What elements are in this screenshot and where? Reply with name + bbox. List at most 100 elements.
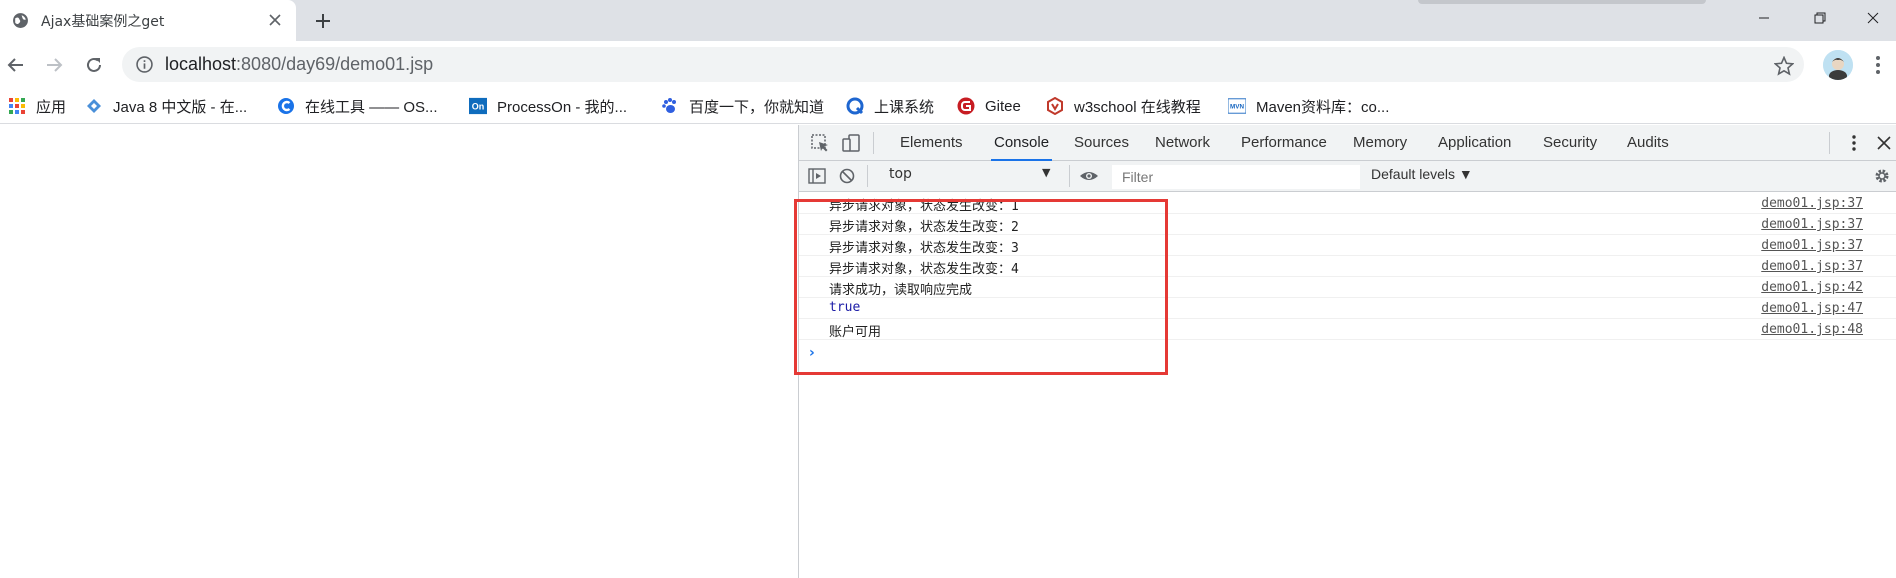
svg-text:On: On xyxy=(472,102,485,112)
minimize-icon[interactable] xyxy=(1741,0,1787,36)
apps-grid-icon xyxy=(8,97,26,115)
tab-title: Ajax基础案例之get xyxy=(41,14,165,30)
bookmark-processon[interactable]: On ProcessOn - 我的... xyxy=(469,94,627,118)
source-link[interactable]: demo01.jsp:37 xyxy=(1761,196,1863,211)
console-message: 异步请求对象，状态发生改变：4 demo01.jsp:37 xyxy=(799,256,1896,277)
tab-elements[interactable]: Elements xyxy=(900,125,963,161)
source-link[interactable]: demo01.jsp:37 xyxy=(1761,259,1863,274)
source-link[interactable]: demo01.jsp:48 xyxy=(1761,322,1863,337)
console-message: true demo01.jsp:47 xyxy=(799,298,1896,319)
bookmark-label: 上课系统 xyxy=(874,98,935,116)
bookmark-label: 应用 xyxy=(36,98,67,116)
browser-menu-icon[interactable] xyxy=(1872,54,1884,76)
console-message-text: 异步请求对象，状态发生改变：3 xyxy=(829,241,1019,256)
bookmark-w3school[interactable]: w3school 在线教程 xyxy=(1046,94,1201,118)
avatar[interactable] xyxy=(1823,50,1853,80)
info-icon[interactable] xyxy=(136,56,153,73)
url-port: :8080 xyxy=(236,54,282,74)
devtools-separator xyxy=(1829,132,1830,154)
filter-input[interactable] xyxy=(1112,165,1360,189)
bookmark-label: 在线工具 —— OS... xyxy=(305,98,438,116)
svg-text:MVN: MVN xyxy=(1230,104,1244,111)
c-logo-icon xyxy=(277,97,295,115)
w3school-icon xyxy=(1046,97,1064,115)
browser-tab-active[interactable]: Ajax基础案例之get xyxy=(0,0,296,41)
bookmark-baidu[interactable]: 百度一下，你就知道 xyxy=(661,94,824,118)
devtools-separator xyxy=(867,165,868,187)
java-icon xyxy=(85,97,103,115)
devtools-separator xyxy=(1069,165,1070,187)
bookmark-label: ProcessOn - 我的... xyxy=(497,98,628,116)
globe-icon xyxy=(13,13,28,28)
tab-memory[interactable]: Memory xyxy=(1353,125,1407,161)
bookmarks-bar: 应用 Java 8 中文版 - 在... 在线工具 —— OS... On Pr… xyxy=(0,88,1896,124)
address-bar[interactable]: localhost:8080/day69/demo01.jsp xyxy=(122,47,1804,82)
clear-console-icon[interactable] xyxy=(837,166,857,186)
console-prompt[interactable]: › xyxy=(809,345,815,361)
page-viewport xyxy=(0,125,798,578)
console-message: 异步请求对象，状态发生改变：2 demo01.jsp:37 xyxy=(799,214,1896,235)
bookmark-label: Java 8 中文版 - 在... xyxy=(113,98,248,116)
tab-sources[interactable]: Sources xyxy=(1074,125,1129,161)
restore-icon[interactable] xyxy=(1797,0,1843,36)
tab-strip: Ajax基础案例之get xyxy=(0,0,1896,41)
chevron-down-icon: ▼ xyxy=(1042,166,1051,179)
tab-network[interactable]: Network xyxy=(1155,125,1210,161)
url-text[interactable]: localhost:8080/day69/demo01.jsp xyxy=(165,54,433,75)
bookmark-java8[interactable]: Java 8 中文版 - 在... xyxy=(85,94,247,118)
baidu-paw-icon xyxy=(661,97,679,115)
tab-performance[interactable]: Performance xyxy=(1241,125,1327,161)
bookmark-online-tools[interactable]: 在线工具 —— OS... xyxy=(277,94,438,118)
source-link[interactable]: demo01.jsp:47 xyxy=(1761,301,1863,316)
gitee-icon xyxy=(957,97,975,115)
source-link[interactable]: demo01.jsp:37 xyxy=(1761,238,1863,253)
bookmark-maven[interactable]: MVN Maven资料库：co... xyxy=(1228,94,1389,118)
url-host: localhost xyxy=(165,54,237,74)
mvn-icon: MVN xyxy=(1228,97,1246,115)
filter-box xyxy=(1112,165,1360,189)
tab-application[interactable]: Application xyxy=(1438,125,1511,161)
tab-close-icon[interactable] xyxy=(266,11,284,29)
new-tab-plus-icon[interactable] xyxy=(311,9,335,33)
inspect-element-icon[interactable] xyxy=(810,133,830,153)
console-message: 异步请求对象，状态发生改变：1 demo01.jsp:37 xyxy=(799,193,1896,214)
console-message-text: 异步请求对象，状态发生改变：4 xyxy=(829,262,1019,277)
tab-audits[interactable]: Audits xyxy=(1627,125,1669,161)
console-settings-gear-icon[interactable] xyxy=(1872,166,1892,186)
q-logo-icon xyxy=(846,97,864,115)
sidebar-toggle-icon[interactable] xyxy=(807,166,827,186)
tab-drag-shadow xyxy=(1418,0,1706,4)
reload-icon[interactable] xyxy=(80,51,108,79)
console-message-text: 异步请求对象，状态发生改变：2 xyxy=(829,220,1019,235)
log-levels-dropdown[interactable]: Default levels ▼ xyxy=(1371,166,1473,182)
console-message-text: 账户可用 xyxy=(829,325,882,340)
bookmark-label: 百度一下，你就知道 xyxy=(689,98,825,116)
console-message: 账户可用 demo01.jsp:48 xyxy=(799,319,1896,340)
bookmark-star-icon[interactable] xyxy=(1774,56,1794,76)
console-message: 请求成功，读取响应完成 demo01.jsp:42 xyxy=(799,277,1896,298)
devtools-separator xyxy=(873,132,874,154)
bookmark-label: w3school 在线教程 xyxy=(1074,98,1201,116)
source-link[interactable]: demo01.jsp:37 xyxy=(1761,217,1863,232)
devtools-tabbar: Elements Console Sources Network Perform… xyxy=(799,125,1896,161)
forward-arrow-icon[interactable] xyxy=(40,51,68,79)
window-close-icon[interactable] xyxy=(1850,0,1896,36)
bookmark-course-system[interactable]: 上课系统 xyxy=(846,94,934,118)
live-expression-eye-icon[interactable] xyxy=(1079,166,1099,186)
bookmark-apps[interactable]: 应用 xyxy=(8,94,66,118)
source-link[interactable]: demo01.jsp:42 xyxy=(1761,280,1863,295)
devtools-panel: Elements Console Sources Network Perform… xyxy=(798,125,1896,578)
bookmark-gitee[interactable]: Gitee xyxy=(957,94,1021,118)
tab-console[interactable]: Console xyxy=(991,125,1053,161)
device-toolbar-icon[interactable] xyxy=(841,133,861,153)
devtools-menu-icon[interactable] xyxy=(1844,133,1864,153)
devtools-close-icon[interactable] xyxy=(1874,133,1894,153)
context-selector[interactable]: top xyxy=(889,166,1059,188)
tab-security[interactable]: Security xyxy=(1543,125,1597,161)
back-arrow-icon[interactable] xyxy=(2,51,30,79)
console-message-text: 请求成功，读取响应完成 xyxy=(829,283,973,298)
console-message-boolean: true xyxy=(829,300,861,315)
console-output: 异步请求对象，状态发生改变：1 demo01.jsp:37 异步请求对象，状态发… xyxy=(799,193,1896,578)
bookmark-label: Maven资料库：co... xyxy=(1256,98,1390,116)
console-message: 异步请求对象，状态发生改变：3 demo01.jsp:37 xyxy=(799,235,1896,256)
